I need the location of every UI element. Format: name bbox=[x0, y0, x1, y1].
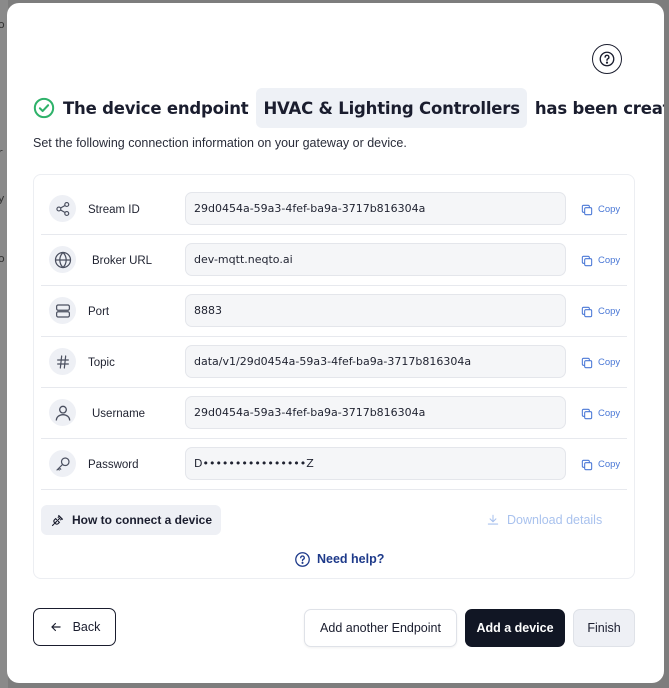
copy-label: Copy bbox=[598, 357, 621, 368]
copy-label: Copy bbox=[598, 408, 621, 419]
need-help-label: Need help? bbox=[317, 552, 385, 566]
share-icon bbox=[49, 195, 76, 222]
copy-icon bbox=[581, 408, 593, 419]
copy-label: Copy bbox=[598, 459, 621, 470]
topic-field[interactable]: data/v1/29d0454a-59a3-4fef-ba9a-3717b816… bbox=[185, 345, 566, 378]
copy-label: Copy bbox=[598, 255, 621, 266]
download-details-button[interactable]: Download details bbox=[486, 505, 602, 535]
globe-icon bbox=[49, 246, 76, 273]
download-details-label: Download details bbox=[507, 513, 603, 527]
background-text: o bbox=[0, 252, 5, 265]
field-row-broker-url: Broker URL dev-mqtt.neqto.ai Copy bbox=[41, 235, 627, 286]
field-row-username: Username 29d0454a-59a3-4fef-ba9a-3717b81… bbox=[41, 388, 627, 439]
field-label: Password bbox=[88, 458, 139, 471]
field-row-password: Password D••••••••••••••••Z Copy bbox=[41, 439, 627, 490]
arrow-left-icon bbox=[50, 622, 61, 632]
server-icon bbox=[49, 297, 76, 324]
copy-label: Copy bbox=[598, 204, 621, 215]
download-icon bbox=[487, 514, 499, 525]
title-prefix: The device endpoint bbox=[63, 98, 249, 118]
subtitle: Set the following connection information… bbox=[33, 136, 407, 150]
page-title: The device endpoint HVAC & Lighting Cont… bbox=[33, 87, 664, 129]
copy-button[interactable]: Copy bbox=[580, 388, 620, 439]
back-label: Back bbox=[72, 620, 101, 634]
copy-button[interactable]: Copy bbox=[580, 286, 620, 337]
background-text: r bbox=[0, 146, 3, 159]
copy-button[interactable]: Copy bbox=[580, 439, 620, 490]
help-button[interactable] bbox=[592, 44, 622, 74]
copy-button[interactable]: Copy bbox=[580, 337, 620, 388]
question-circle-icon bbox=[599, 51, 615, 67]
finish-button[interactable]: Finish bbox=[573, 609, 635, 647]
endpoint-name-chip: HVAC & Lighting Controllers bbox=[256, 88, 527, 128]
copy-icon bbox=[581, 459, 593, 470]
question-circle-icon bbox=[295, 551, 310, 567]
stream-id-field[interactable]: 29d0454a-59a3-4fef-ba9a-3717b816304a bbox=[185, 192, 566, 225]
copy-button[interactable]: Copy bbox=[580, 184, 620, 235]
port-field[interactable]: 8883 bbox=[185, 294, 566, 327]
field-row-topic: Topic data/v1/29d0454a-59a3-4fef-ba9a-37… bbox=[41, 337, 627, 388]
user-icon bbox=[49, 399, 76, 426]
title-suffix: has been created! bbox=[534, 98, 664, 118]
add-endpoint-button[interactable]: Add another Endpoint bbox=[304, 609, 457, 647]
back-button[interactable]: Back bbox=[33, 608, 116, 646]
copy-label: Copy bbox=[598, 306, 621, 317]
endpoint-created-dialog: The device endpoint HVAC & Lighting Cont… bbox=[7, 3, 664, 683]
how-to-connect-button[interactable]: How to connect a device bbox=[41, 505, 222, 535]
hash-icon bbox=[49, 348, 76, 375]
connection-info-card: Stream ID 29d0454a-59a3-4fef-ba9a-3717b8… bbox=[33, 174, 635, 579]
copy-icon bbox=[581, 357, 593, 368]
broker-url-field[interactable]: dev-mqtt.neqto.ai bbox=[185, 243, 566, 276]
username-field[interactable]: 29d0454a-59a3-4fef-ba9a-3717b816304a bbox=[185, 396, 566, 429]
field-label: Broker URL bbox=[92, 254, 153, 267]
copy-button[interactable]: Copy bbox=[580, 235, 620, 286]
copy-icon bbox=[581, 306, 593, 317]
check-circle-icon bbox=[33, 97, 55, 119]
password-field[interactable]: D••••••••••••••••Z bbox=[185, 447, 566, 480]
field-label: Port bbox=[88, 305, 110, 318]
field-label: Topic bbox=[88, 356, 115, 369]
background-text: y bbox=[0, 192, 5, 205]
field-row-stream-id: Stream ID 29d0454a-59a3-4fef-ba9a-3717b8… bbox=[41, 184, 627, 235]
field-row-port: Port 8883 Copy bbox=[41, 286, 627, 337]
field-label: Username bbox=[92, 407, 146, 420]
copy-icon bbox=[581, 204, 593, 215]
need-help-link[interactable]: Need help? bbox=[294, 545, 384, 573]
key-icon bbox=[49, 450, 76, 477]
plug-icon bbox=[51, 514, 64, 526]
background-text: o bbox=[0, 18, 5, 31]
how-to-connect-label: How to connect a device bbox=[72, 513, 213, 527]
copy-icon bbox=[581, 255, 593, 266]
add-device-button[interactable]: Add a device bbox=[465, 609, 565, 647]
field-label: Stream ID bbox=[88, 203, 140, 216]
